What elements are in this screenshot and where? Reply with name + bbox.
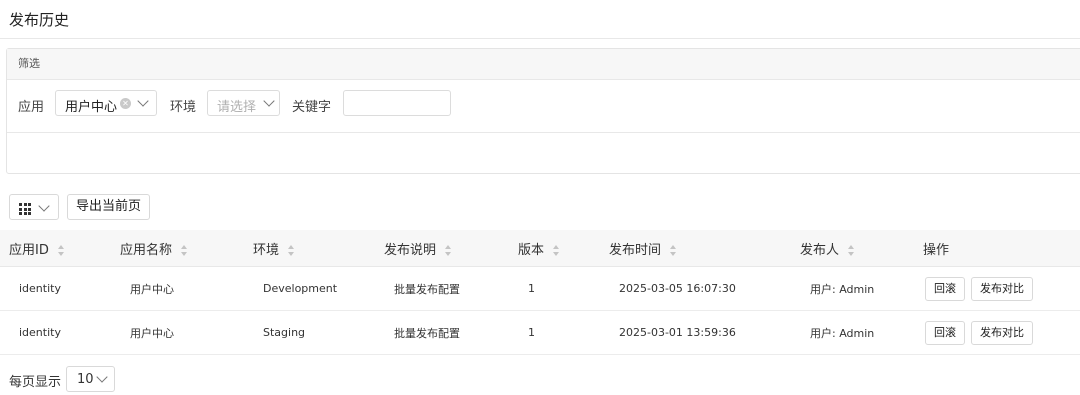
sort-icon[interactable] <box>670 244 677 256</box>
cell-publisher: 用户: Admin <box>791 310 914 355</box>
sort-icon[interactable] <box>181 244 188 256</box>
clear-icon[interactable]: ✕ <box>120 98 131 109</box>
table-header-row: 应用ID 应用名称 环境 发布说明 版本 发布时间 发布人 操作 <box>0 230 1080 267</box>
app-select[interactable]: 用户中心 ✕ <box>55 90 157 116</box>
table-row: identity 用户中心 Staging 批量发布配置 1 2025-03-0… <box>0 310 1080 355</box>
cell-app-name: 用户中心 <box>111 266 244 311</box>
cell-publisher: 用户: Admin <box>791 266 914 311</box>
page-size-select[interactable]: 10 <box>66 366 115 392</box>
grid-icon <box>19 203 31 215</box>
cell-version: 1 <box>509 310 600 355</box>
chevron-down-icon <box>137 95 149 107</box>
sort-icon[interactable] <box>57 244 64 256</box>
chevron-down-icon <box>96 371 108 383</box>
cell-version: 1 <box>509 266 600 311</box>
col-app-name[interactable]: 应用名称 <box>111 230 244 267</box>
col-desc[interactable]: 发布说明 <box>375 230 509 267</box>
export-button-label: 导出当前页 <box>75 199 141 214</box>
export-current-page-button[interactable]: 导出当前页 <box>67 194 150 220</box>
column-settings-button[interactable] <box>9 194 59 220</box>
sort-icon[interactable] <box>288 244 295 256</box>
cell-actions: 回滚 发布对比 <box>914 310 1080 355</box>
compare-button[interactable]: 发布对比 <box>971 276 1033 301</box>
keyword-label: 关键字 <box>292 100 332 115</box>
cell-actions: 回滚 发布对比 <box>914 266 1080 311</box>
col-env[interactable]: 环境 <box>244 230 375 267</box>
table-row: identity 用户中心 Development 批量发布配置 1 2025-… <box>0 266 1080 311</box>
col-actions: 操作 <box>914 230 1080 267</box>
sort-icon[interactable] <box>445 244 452 256</box>
title-divider <box>0 38 1080 39</box>
chevron-down-icon <box>38 200 50 212</box>
cell-app-id: identity <box>0 310 111 355</box>
env-select[interactable]: 请选择 <box>207 90 280 116</box>
cell-desc: 批量发布配置 <box>375 266 509 311</box>
cell-env: Staging <box>244 310 375 355</box>
cell-env: Development <box>244 266 375 311</box>
sort-icon[interactable] <box>848 244 855 256</box>
cell-desc: 批量发布配置 <box>375 310 509 355</box>
app-select-value: 用户中心 <box>65 100 118 115</box>
rollback-button[interactable]: 回滚 <box>925 320 965 345</box>
cell-time: 2025-03-01 13:59:36 <box>600 310 791 355</box>
filter-panel: 筛选 应用 用户中心 ✕ 环境 请选择 关键字 <box>6 48 1080 174</box>
publish-history-table: 应用ID 应用名称 环境 发布说明 版本 发布时间 发布人 操作 identit… <box>0 230 1080 355</box>
keyword-input[interactable] <box>343 90 451 116</box>
page-size-value: 10 <box>77 372 94 387</box>
sort-icon[interactable] <box>553 244 560 256</box>
rollback-button[interactable]: 回滚 <box>925 276 965 301</box>
col-version[interactable]: 版本 <box>509 230 600 267</box>
app-label: 应用 <box>18 100 45 115</box>
cell-time: 2025-03-05 16:07:30 <box>600 266 791 311</box>
col-publisher[interactable]: 发布人 <box>791 230 914 267</box>
page-title: 发布历史 <box>9 11 70 29</box>
col-time[interactable]: 发布时间 <box>600 230 791 267</box>
filter-divider <box>7 132 1080 133</box>
chevron-down-icon <box>263 95 275 107</box>
cell-app-name: 用户中心 <box>111 310 244 355</box>
cell-app-id: identity <box>0 266 111 311</box>
env-select-placeholder: 请选择 <box>217 100 257 115</box>
env-label: 环境 <box>170 100 197 115</box>
filter-row: 应用 用户中心 ✕ 环境 请选择 关键字 <box>7 90 1080 118</box>
filter-panel-header: 筛选 <box>7 49 1080 80</box>
compare-button[interactable]: 发布对比 <box>971 320 1033 345</box>
col-app-id[interactable]: 应用ID <box>0 230 111 267</box>
page-size-label: 每页显示 <box>9 375 62 390</box>
